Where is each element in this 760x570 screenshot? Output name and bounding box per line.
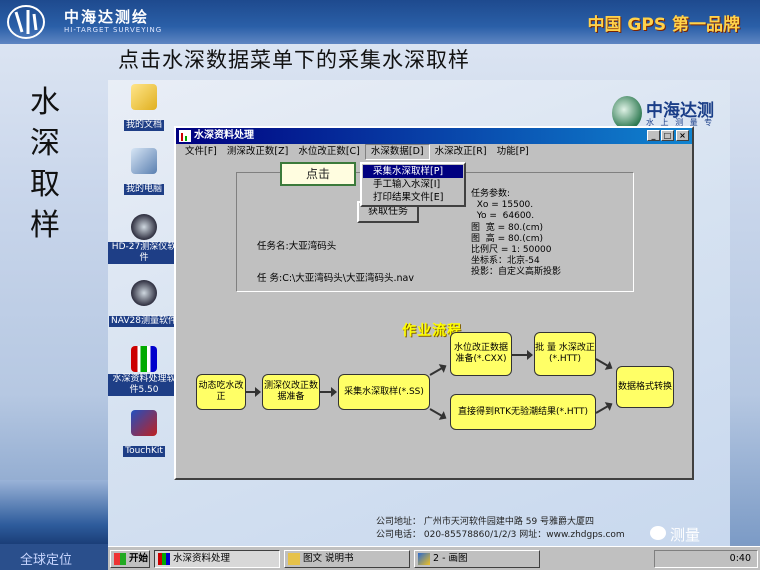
task-path: 任 务:C:\大亚湾码头\大亚湾码头.nav xyxy=(257,273,414,284)
param-line: Yo = 64600. xyxy=(471,211,535,222)
bar-chart-icon xyxy=(158,553,170,565)
minimize-button[interactable]: _ xyxy=(647,130,660,141)
click-callout: 点击 xyxy=(280,162,356,186)
company-mark-icon xyxy=(612,96,642,130)
menu-depth-data[interactable]: 水深数据[D] xyxy=(364,144,430,160)
window-titlebar[interactable]: 水深资料处理 _ □ × xyxy=(176,128,692,144)
system-tray: 0:40 xyxy=(654,550,758,568)
depth-data-dropdown: 采集水深取样[P] 手工输入水深[I] 打印结果文件[E] xyxy=(360,162,466,207)
flow-step-draft-correction: 动态吃水改正 xyxy=(196,374,246,410)
folder-icon xyxy=(131,84,157,110)
desktop-icon-nav28[interactable]: NAV28测量软件 xyxy=(108,280,180,327)
window-title: 水深资料处理 xyxy=(194,130,254,141)
desktop-icon-label: NAV28测量软件 xyxy=(109,316,179,327)
slide-footer: 全球定位 xyxy=(0,544,110,570)
desktop-icon-label: 我的电脑 xyxy=(123,184,164,195)
taskbar-item-label: 水深资料处理 xyxy=(173,553,231,564)
side-title: 水深取样 xyxy=(30,85,60,243)
menu-file[interactable]: 文件[F] xyxy=(180,144,222,160)
flow-arrow xyxy=(320,387,337,397)
menu-item-manual-input[interactable]: 手工输入水深[I] xyxy=(363,178,463,191)
desktop-icon-hd27[interactable]: HD-27测深仪软件 xyxy=(108,214,180,264)
desktop-icon-touchkit[interactable]: TouchKit xyxy=(108,410,180,457)
desktop-icon-my-computer[interactable]: 我的电脑 xyxy=(108,148,180,195)
param-line: 坐标系：北京-54 xyxy=(471,256,540,267)
flow-arrow xyxy=(512,350,533,360)
maximize-button[interactable]: □ xyxy=(661,130,674,141)
windows-logo-icon xyxy=(114,553,126,565)
menu-depth-correction[interactable]: 测深改正数[Z] xyxy=(222,144,293,160)
paint-icon xyxy=(418,553,430,565)
taskbar: 开始 水深资料处理 图文 说明书 2 - 画图 0:40 xyxy=(108,546,760,570)
taskbar-item-manual[interactable]: 图文 说明书 xyxy=(284,550,410,568)
watermark-label: 测量 xyxy=(670,526,701,544)
flow-step-water-level: 水位改正数据准备(*.CXX) xyxy=(450,332,512,376)
flow-step-collect-sample: 采集水深取样(*.SS) xyxy=(338,374,430,410)
menu-functions[interactable]: 功能[P] xyxy=(492,144,534,160)
desktop-icon-label: 我的文档 xyxy=(123,120,164,131)
param-line: Xo = 15500. xyxy=(471,200,534,211)
company-contact: 公司地址： 广州市天河软件园建中路 59 号雅爵大厦四 公司电话： 020-85… xyxy=(376,516,625,542)
flow-step-sounder-data: 测深仪改正数据准备 xyxy=(262,374,320,410)
brand-slogan: 中国 GPS 第一品牌 xyxy=(587,15,741,35)
window-client: 采集水深取样[P] 手工输入水深[I] 打印结果文件[E] 点击 获取任务 任务… xyxy=(176,162,692,478)
slide-title: 点击水深数据菜单下的采集水深取样 xyxy=(118,48,470,72)
company-logo-icon xyxy=(7,5,45,39)
task-params: 任务参数: Xo = 15500. Yo = 64600. 图 宽 = 80.(… xyxy=(471,189,561,279)
flow-arrow xyxy=(595,358,613,369)
param-line: 任务参数: xyxy=(471,189,511,199)
start-label: 开始 xyxy=(129,553,149,564)
taskbar-item-label: 2 - 画图 xyxy=(433,553,468,564)
flow-step-format-conversion: 数据格式转换 xyxy=(616,366,674,408)
flow-arrow xyxy=(595,403,613,414)
flow-arrow xyxy=(246,387,261,397)
param-line: 投影：自定义高斯投影 xyxy=(471,267,562,278)
logo-text-en: HI-TARGET SURVEYING xyxy=(64,26,163,34)
sea-decoration xyxy=(0,480,110,544)
param-line: 图 宽 = 80.(cm) xyxy=(471,222,544,233)
taskbar-item-depth-processing[interactable]: 水深资料处理 xyxy=(154,550,280,568)
footer-text: 全球定位 xyxy=(20,553,73,568)
wechat-icon xyxy=(650,526,666,540)
touchkit-icon xyxy=(131,410,157,436)
param-line: 图 高 = 80.(cm) xyxy=(471,233,544,244)
logo-text-cn: 中海达测绘 xyxy=(64,8,150,26)
flow-step-rtk-result: 直接得到RTK无验潮结果(*.HTT) xyxy=(450,394,596,430)
menu-item-collect-depth-sample[interactable]: 采集水深取样[P] xyxy=(363,165,463,178)
start-button[interactable]: 开始 xyxy=(110,550,150,568)
menu-item-print-results[interactable]: 打印结果文件[E] xyxy=(363,191,463,204)
desktop-icon-my-documents[interactable]: 我的文档 xyxy=(108,84,180,131)
menu-depth-adjust[interactable]: 水深改正[R] xyxy=(430,144,492,160)
folder-icon xyxy=(288,553,300,565)
company-address: 公司地址： 广州市天河软件园建中路 59 号雅爵大厦四 xyxy=(376,517,595,527)
company-phone: 公司电话： 020-85578860/1/2/3 网址：www.zhdgps.c… xyxy=(376,530,625,540)
desktop-icon-label: TouchKit xyxy=(123,446,165,457)
bar-chart-icon xyxy=(131,346,157,372)
taskbar-item-paint[interactable]: 2 - 画图 xyxy=(414,550,540,568)
shortcut-icon xyxy=(131,214,157,240)
clock[interactable]: 0:40 xyxy=(730,553,751,564)
slide-header: 中海达测绘 HI-TARGET SURVEYING 中国 GPS 第一品牌 xyxy=(0,0,760,44)
close-button[interactable]: × xyxy=(676,130,689,141)
param-line: 比例尺 = 1: 50000 xyxy=(471,245,552,256)
app-icon xyxy=(179,130,191,142)
desktop-icon-label: 水深资料处理软件5.50 xyxy=(108,374,180,396)
computer-icon xyxy=(131,148,157,174)
menu-bar: 文件[F] 测深改正数[Z] 水位改正数[C] 水深数据[D] 水深改正[R] … xyxy=(176,144,692,160)
desktop-icon-label: HD-27测深仪软件 xyxy=(108,242,180,264)
flow-step-batch-correction: 批 量 水深改正(*.HTT) xyxy=(534,332,596,376)
menu-water-level[interactable]: 水位改正数[C] xyxy=(293,144,365,160)
task-name: 任务名:大亚湾码头 xyxy=(257,241,337,252)
app-window: 水深资料处理 _ □ × 文件[F] 测深改正数[Z] 水位改正数[C] 水深数… xyxy=(174,126,694,480)
shortcut-icon xyxy=(131,280,157,306)
taskbar-item-label: 图文 说明书 xyxy=(303,553,354,564)
flow-arrow xyxy=(429,408,447,419)
desktop-icon-water-depth[interactable]: 水深资料处理软件5.50 xyxy=(108,346,180,396)
flow-arrow xyxy=(429,365,447,376)
